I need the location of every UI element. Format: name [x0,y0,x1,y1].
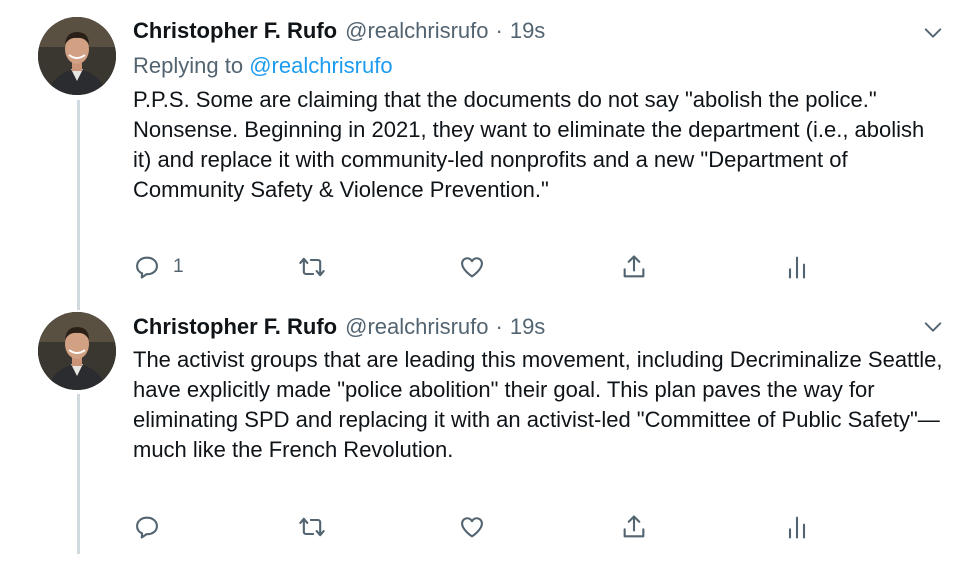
tweet[interactable]: Christopher F. Rufo @realchrisrufo · 19s… [0,0,972,300]
avatar[interactable] [38,17,116,95]
author-name[interactable]: Christopher F. Rufo [133,313,337,341]
separator-dot: · [495,18,503,43]
tweet-text: The activist groups that are leading thi… [133,347,943,462]
replying-to: Replying to @realchrisrufo [133,52,393,80]
tweet-header: Christopher F. Rufo @realchrisrufo · 19s [133,313,545,341]
author-name[interactable]: Christopher F. Rufo [133,17,337,45]
retweet-icon [298,253,326,281]
analytics-icon [783,513,811,541]
analytics-button[interactable] [783,252,811,282]
reply-button[interactable] [133,512,173,542]
tweet-actions: 1 [133,252,823,282]
share-icon [620,513,648,541]
author-handle[interactable]: @realchrisrufo [345,313,488,341]
share-icon [620,253,648,281]
reply-icon [133,513,161,541]
tweet[interactable]: Christopher F. Rufo @realchrisrufo · 19s… [0,300,972,568]
tweet-header: Christopher F. Rufo @realchrisrufo · 19s [133,17,545,45]
heart-icon [458,253,486,281]
replying-to-mention[interactable]: @realchrisrufo [249,53,392,78]
like-button[interactable] [458,252,486,282]
reply-count: 1 [173,256,184,277]
avatar[interactable] [38,312,116,390]
heart-icon [458,513,486,541]
author-handle[interactable]: @realchrisrufo [345,17,488,45]
timestamp[interactable]: 19s [510,17,545,45]
reply-icon [133,253,161,281]
timestamp[interactable]: 19s [510,313,545,341]
tweet-actions [133,512,823,542]
like-button[interactable] [458,512,486,542]
separator-dot: · [495,314,503,339]
retweet-button[interactable] [298,512,326,542]
share-button[interactable] [620,252,648,282]
analytics-icon [783,253,811,281]
analytics-button[interactable] [783,512,811,542]
reply-button[interactable]: 1 [133,252,184,282]
chevron-down-icon[interactable] [922,316,944,338]
retweet-button[interactable] [298,252,326,282]
retweet-icon [298,513,326,541]
chevron-down-icon[interactable] [922,22,944,44]
tweet-text: P.P.S. Some are claiming that the docume… [133,87,925,202]
replying-prefix: Replying to [133,53,244,78]
share-button[interactable] [620,512,648,542]
